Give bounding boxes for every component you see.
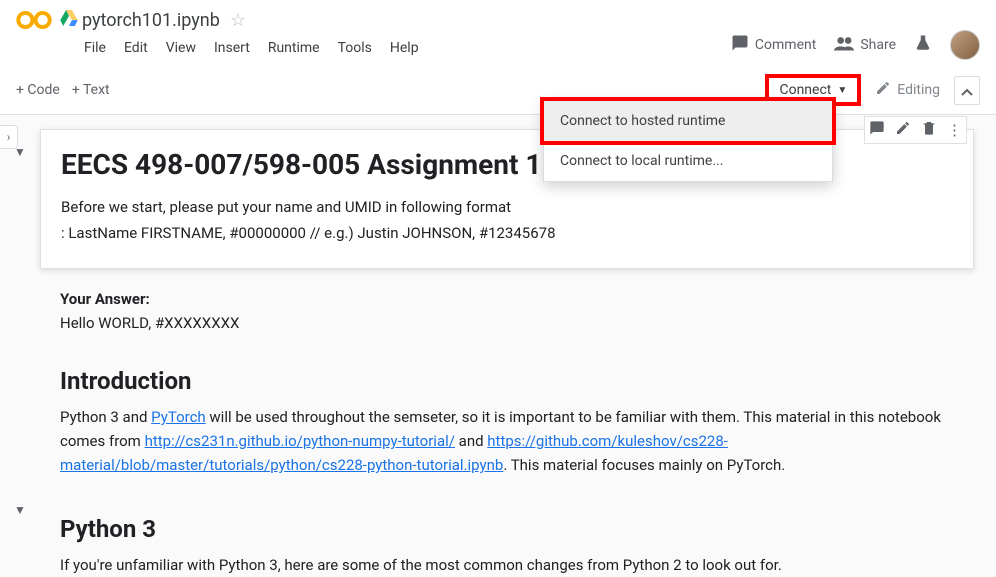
cell-toolbar: ⋮: [864, 116, 967, 144]
intro-para-pre: Python 3 and: [60, 408, 151, 426]
connect-dropdown: Connect to hosted runtime Connect to loc…: [543, 100, 833, 182]
more-cell-icon[interactable]: ⋮: [947, 121, 962, 139]
notebook-title[interactable]: pytorch101.ipynb: [82, 10, 220, 31]
pencil-icon: [875, 80, 891, 100]
intro-para-end: . This material focuses mainly on PyTorc…: [503, 456, 785, 474]
share-icon: [834, 35, 854, 55]
menu-view[interactable]: View: [158, 36, 204, 60]
expand-sidebar-button[interactable]: ›: [0, 125, 18, 149]
comment-label: Comment: [755, 37, 816, 53]
connect-hosted-item[interactable]: Connect to hosted runtime: [540, 97, 836, 145]
star-icon[interactable]: ☆: [230, 10, 246, 31]
your-answer-value: Hello WORLD, #XXXXXXXX: [60, 314, 239, 332]
edit-cell-icon[interactable]: [895, 120, 911, 140]
chevron-right-icon: ›: [7, 130, 11, 144]
python3-heading: Python 3: [60, 515, 982, 543]
introduction-heading: Introduction: [60, 367, 982, 395]
intro-text-1: Before we start, please put your name an…: [61, 195, 953, 221]
menu-tools[interactable]: Tools: [330, 36, 380, 60]
menu-help[interactable]: Help: [382, 36, 427, 60]
comment-icon: [731, 34, 749, 56]
connect-local-item[interactable]: Connect to local runtime...: [544, 141, 832, 181]
add-text-button[interactable]: + Text: [72, 82, 110, 98]
add-code-button[interactable]: + Code: [16, 82, 60, 98]
avatar[interactable]: [950, 30, 980, 60]
share-label: Share: [860, 37, 896, 53]
drive-icon: [60, 10, 78, 30]
comment-cell-icon[interactable]: [869, 120, 885, 140]
share-button[interactable]: Share: [834, 35, 896, 55]
menu-runtime[interactable]: Runtime: [260, 36, 328, 60]
menu-edit[interactable]: Edit: [116, 36, 156, 60]
intro-and: and: [455, 432, 487, 450]
chevron-up-icon: [961, 81, 973, 100]
chevron-down-icon: ▼: [837, 85, 847, 96]
editing-mode[interactable]: Editing: [875, 80, 940, 100]
menu-insert[interactable]: Insert: [206, 36, 258, 60]
text-cell[interactable]: ⋮ EECS 498-007/598-005 Assignment 1- Bef…: [40, 129, 974, 269]
editing-label: Editing: [897, 82, 940, 98]
colab-logo-icon: [16, 8, 52, 32]
pytorch-link[interactable]: PyTorch: [151, 408, 206, 426]
collapse-section-icon[interactable]: ▼: [14, 503, 26, 517]
connect-label: Connect: [779, 82, 831, 98]
delete-cell-icon[interactable]: [921, 120, 937, 140]
intro-text-2: : LastName FIRSTNAME, #00000000 // e.g.)…: [61, 221, 953, 247]
python3-text: If you're unfamiliar with Python 3, here…: [60, 556, 782, 574]
experiment-icon[interactable]: [914, 34, 932, 57]
collapse-header-button[interactable]: [954, 76, 980, 105]
comment-button[interactable]: Comment: [731, 34, 816, 56]
tutorial-link-1[interactable]: http://cs231n.github.io/python-numpy-tut…: [145, 432, 455, 450]
your-answer-label: Your Answer:: [60, 290, 150, 308]
menu-file[interactable]: File: [76, 36, 114, 60]
